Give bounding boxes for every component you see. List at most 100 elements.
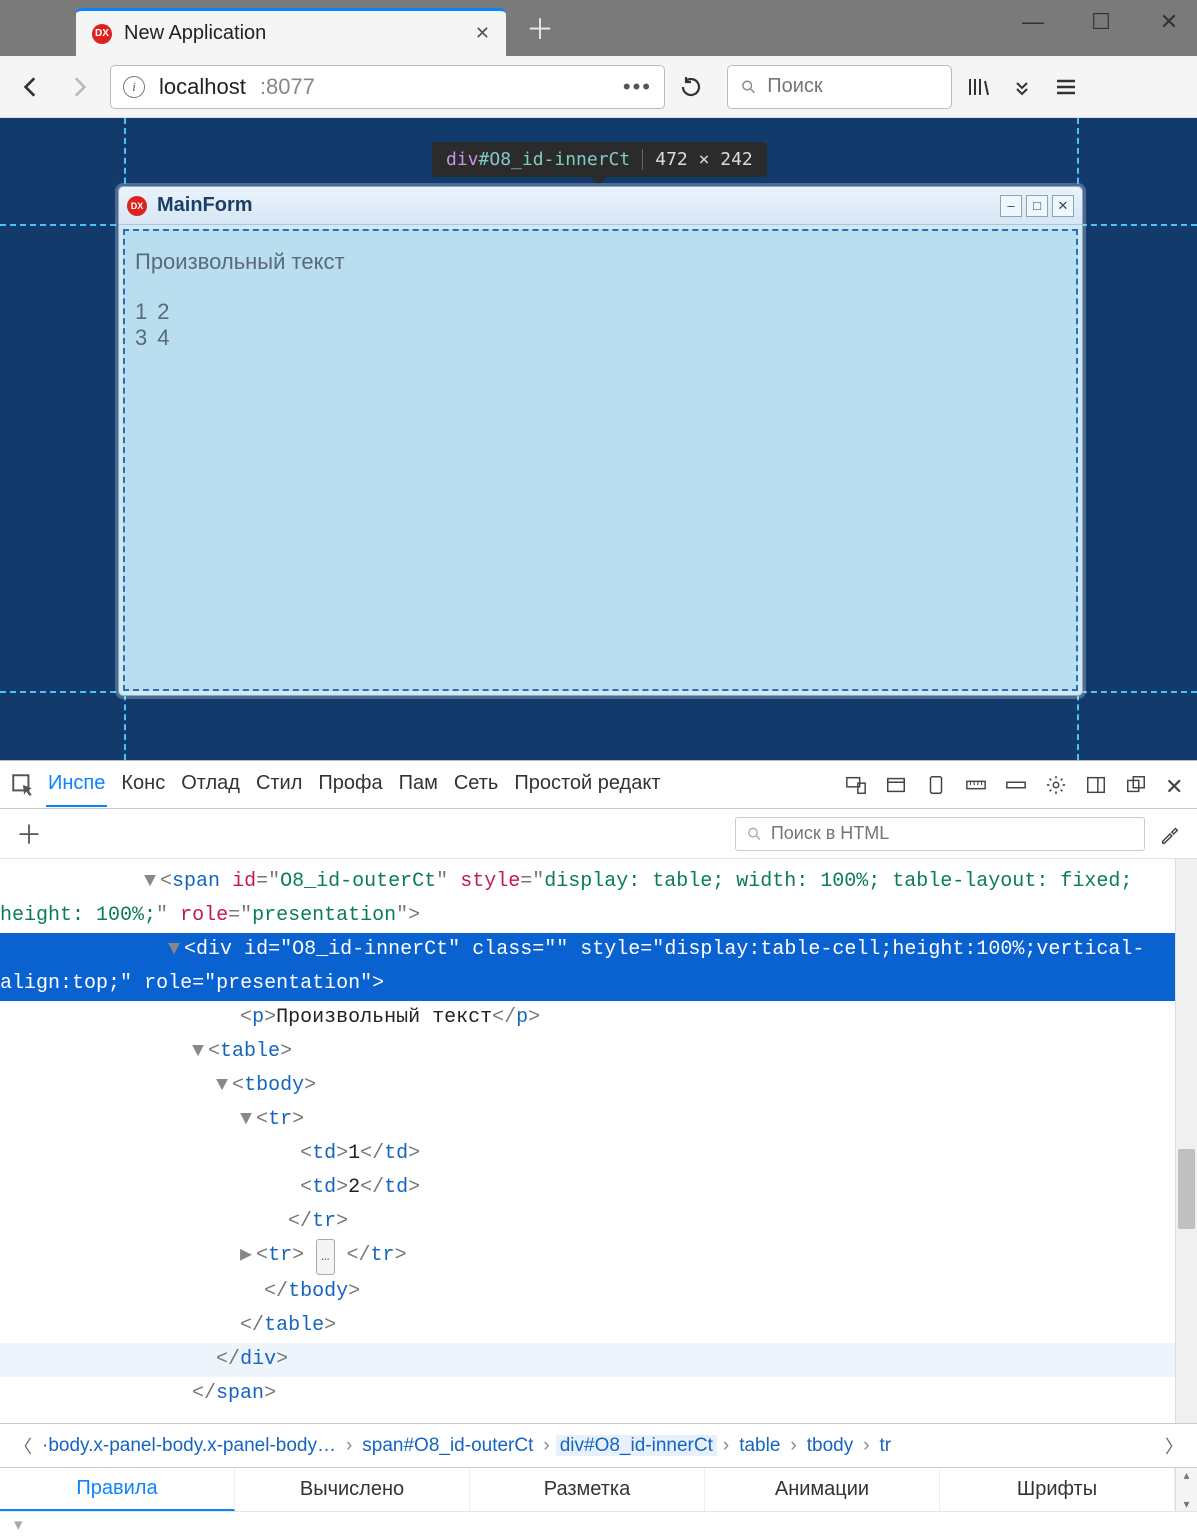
breadcrumb-sep: › (340, 1435, 358, 1456)
rules-panel-tabs: ПравилаВычисленоРазметкаАнимацииШрифты▴▾ (0, 1467, 1197, 1511)
breadcrumb-item[interactable]: table (735, 1435, 784, 1456)
devtools-tab[interactable]: Сеть (452, 762, 500, 807)
devtools-tab[interactable]: Стил (254, 762, 304, 807)
window-minimize-icon[interactable]: — (1021, 10, 1045, 34)
filter-icon[interactable]: ▾ (14, 1515, 23, 1535)
devtools-panel: Инспе Конс Отлад Стил Профа Пам Сеть Простой ре… (0, 760, 1197, 1537)
search-input[interactable] (767, 75, 939, 98)
mainform-close-icon[interactable]: ✕ (1052, 195, 1074, 217)
iframe-select-icon[interactable] (885, 774, 907, 796)
mainform-window: DX MainForm – □ ✕ Произвольный текст 1 2… (118, 186, 1083, 696)
dom-node[interactable]: </tr> (0, 1205, 1175, 1239)
subpanel-tab[interactable]: Анимации (705, 1468, 940, 1511)
menu-icon[interactable] (1054, 75, 1084, 99)
mainform-minimize-icon[interactable]: – (1000, 195, 1022, 217)
devtools-tab[interactable]: Отлад (179, 762, 242, 807)
mainform-header[interactable]: DX MainForm – □ ✕ (119, 187, 1082, 225)
ruler-icon[interactable] (965, 774, 987, 796)
window-controls: — ☐ ✕ (1021, 10, 1181, 34)
devtools-tab[interactable]: Инспе (46, 762, 107, 807)
popout-icon[interactable] (1125, 774, 1147, 796)
page-actions-icon[interactable]: ••• (623, 74, 652, 100)
dom-node[interactable]: <td>1</td> (0, 1137, 1175, 1171)
page-viewport: div#O8_id-innerCt 472 × 242 DX MainForm … (0, 118, 1197, 760)
site-info-icon[interactable]: i (123, 76, 145, 98)
breadcrumb-sep: › (717, 1435, 735, 1456)
browser-tab[interactable]: DX New Application ✕ (76, 8, 506, 56)
breadcrumb-prev-icon[interactable]: 〈 (8, 1433, 38, 1459)
new-tab-button[interactable]: ＋ (526, 8, 554, 48)
subpanel-tab[interactable]: Шрифты (940, 1468, 1175, 1511)
measure-icon[interactable] (1005, 774, 1027, 796)
dom-node[interactable]: ▼<span id="O8_id-outerCt" style="display… (0, 865, 1175, 933)
element-picker-icon[interactable] (10, 772, 36, 798)
window-close-icon[interactable]: ✕ (1157, 10, 1181, 34)
responsive-mode-icon[interactable] (845, 774, 867, 796)
mainform-title: MainForm (157, 194, 990, 217)
devtools-tab[interactable]: Профа (316, 762, 384, 807)
subpanel-tab[interactable]: Вычислено (235, 1468, 470, 1511)
html-search-input[interactable] (771, 823, 1134, 844)
eyedropper-icon[interactable] (1159, 823, 1181, 845)
breadcrumb-item[interactable]: span#O8_id-outerCt (358, 1435, 537, 1456)
search-bar[interactable] (727, 65, 952, 109)
overflow-icon[interactable] (1010, 75, 1040, 99)
dom-node[interactable]: ▼<tbody> (0, 1069, 1175, 1103)
breadcrumb-sep: › (784, 1435, 802, 1456)
devtools-tab[interactable]: Пам (397, 762, 440, 807)
screenshot-icon[interactable] (925, 774, 947, 796)
inspector-toolbar: ＋ (0, 809, 1197, 859)
dom-node[interactable]: ▼<tr> (0, 1103, 1175, 1137)
breadcrumb-item[interactable]: tbody (803, 1435, 857, 1456)
back-button[interactable] (14, 70, 48, 104)
titlebar: DX New Application ✕ ＋ — ☐ ✕ (0, 0, 1197, 56)
mainform-icon: DX (127, 196, 147, 216)
tooltip-id: #O8_id-innerCt (479, 149, 631, 170)
devtools-tab[interactable]: Конс (119, 762, 167, 807)
breadcrumb-sep: › (537, 1435, 555, 1456)
breadcrumb-sep: › (857, 1435, 875, 1456)
breadcrumb-item[interactable]: tr (876, 1435, 896, 1456)
table-cell: 2 (157, 299, 169, 325)
add-element-button[interactable]: ＋ (16, 815, 42, 852)
mainform-body: Произвольный текст 1 2 3 4 (123, 229, 1078, 691)
dom-node[interactable]: ▶<tr> … </tr> (0, 1239, 1175, 1275)
table-row: 3 4 (135, 325, 1066, 351)
tab-close-icon[interactable]: ✕ (475, 23, 490, 44)
breadcrumb-bar: 〈 ·body.x-panel-body.x-panel-body…›span#… (0, 1423, 1197, 1467)
dom-node[interactable]: </table> (0, 1309, 1175, 1343)
dom-node[interactable]: ▼<div id="O8_id-innerCt" class="" style=… (0, 933, 1175, 1001)
dom-node[interactable]: ▼<table> (0, 1035, 1175, 1069)
dom-node[interactable]: <p>Произвольный текст</p> (0, 1001, 1175, 1035)
table-cell: 3 (135, 325, 147, 351)
rules-filter-row: ▾ (0, 1511, 1197, 1537)
devtools-tab[interactable]: Простой редакт (512, 762, 662, 807)
settings-icon[interactable] (1045, 774, 1067, 796)
subpanel-tab[interactable]: Разметка (470, 1468, 705, 1511)
reload-button[interactable] (679, 75, 713, 99)
window-maximize-icon[interactable]: ☐ (1089, 10, 1113, 34)
breadcrumb-item[interactable]: div#O8_id-innerCt (556, 1435, 717, 1456)
dom-scrollbar[interactable] (1175, 859, 1197, 1423)
dom-node[interactable]: </tbody> (0, 1275, 1175, 1309)
dom-node[interactable]: </span> (0, 1377, 1175, 1411)
mainform-maximize-icon[interactable]: □ (1026, 195, 1048, 217)
scrollbar-thumb[interactable] (1178, 1149, 1195, 1229)
dom-tree[interactable]: ▼<span id="O8_id-outerCt" style="display… (0, 859, 1175, 1423)
dock-side-icon[interactable] (1085, 774, 1107, 796)
url-bar[interactable]: i localhost:8077 ••• (110, 65, 665, 109)
dom-node[interactable]: </div> (0, 1343, 1175, 1377)
library-icon[interactable] (966, 75, 996, 99)
devtools-close-icon[interactable]: ✕ (1165, 774, 1187, 796)
dom-node[interactable]: <td>2</td> (0, 1171, 1175, 1205)
nav-toolbar: i localhost:8077 ••• (0, 56, 1197, 118)
subpanel-scroll[interactable]: ▴▾ (1175, 1468, 1197, 1511)
breadcrumb-item[interactable]: ·body.x-panel-body.x-panel-body… (38, 1435, 340, 1456)
html-search[interactable] (735, 817, 1145, 851)
table-row: 1 2 (135, 299, 1066, 325)
forward-button[interactable] (62, 70, 96, 104)
breadcrumb-next-icon[interactable]: 〉 (1159, 1433, 1189, 1459)
url-port: :8077 (260, 74, 315, 100)
table-cell: 4 (157, 325, 169, 351)
subpanel-tab[interactable]: Правила (0, 1468, 235, 1511)
